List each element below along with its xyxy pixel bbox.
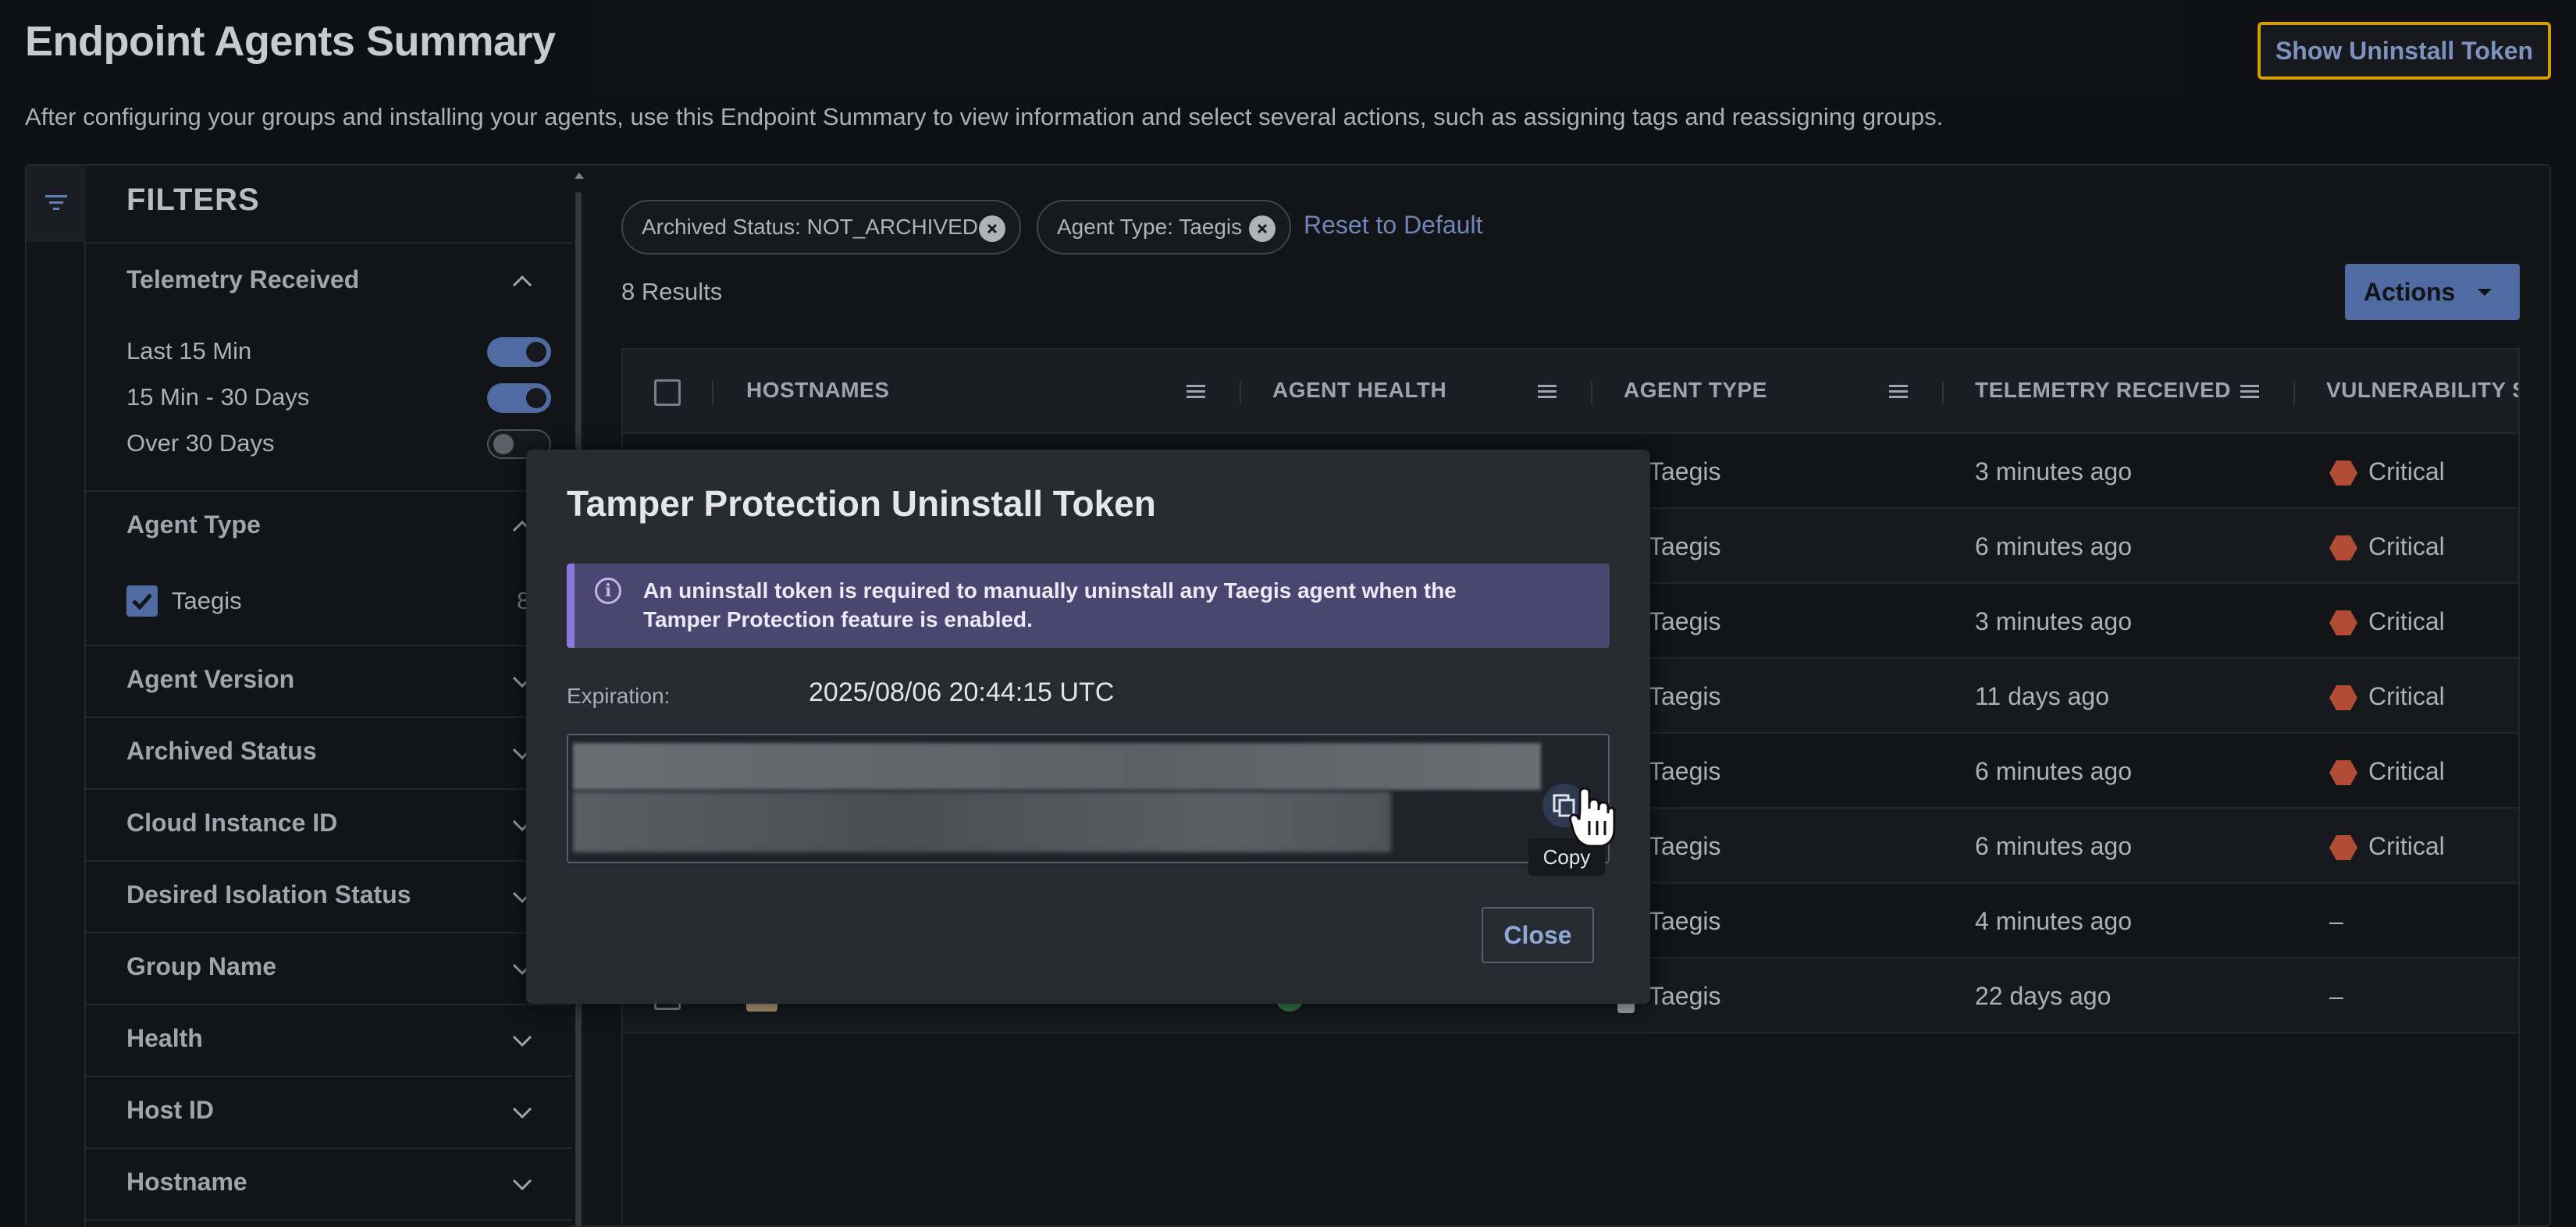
info-notice: i An uninstall token is required to manu… bbox=[567, 564, 1610, 648]
info-icon: i bbox=[595, 578, 621, 604]
token-field[interactable] bbox=[567, 734, 1610, 863]
close-button[interactable]: Close bbox=[1482, 907, 1594, 963]
expiration-label: Expiration: bbox=[567, 684, 671, 708]
redacted-token-line bbox=[573, 743, 1541, 790]
expiration-value: 2025/08/06 20:44:15 UTC bbox=[809, 678, 1115, 707]
notice-text: An uninstall token is required to manual… bbox=[643, 578, 1457, 631]
modal-title: Tamper Protection Uninstall Token bbox=[567, 483, 1156, 524]
hand-cursor-icon bbox=[1569, 787, 1616, 848]
uninstall-token-modal: Tamper Protection Uninstall Token i An u… bbox=[526, 450, 1650, 1004]
redacted-token-line bbox=[573, 791, 1391, 852]
